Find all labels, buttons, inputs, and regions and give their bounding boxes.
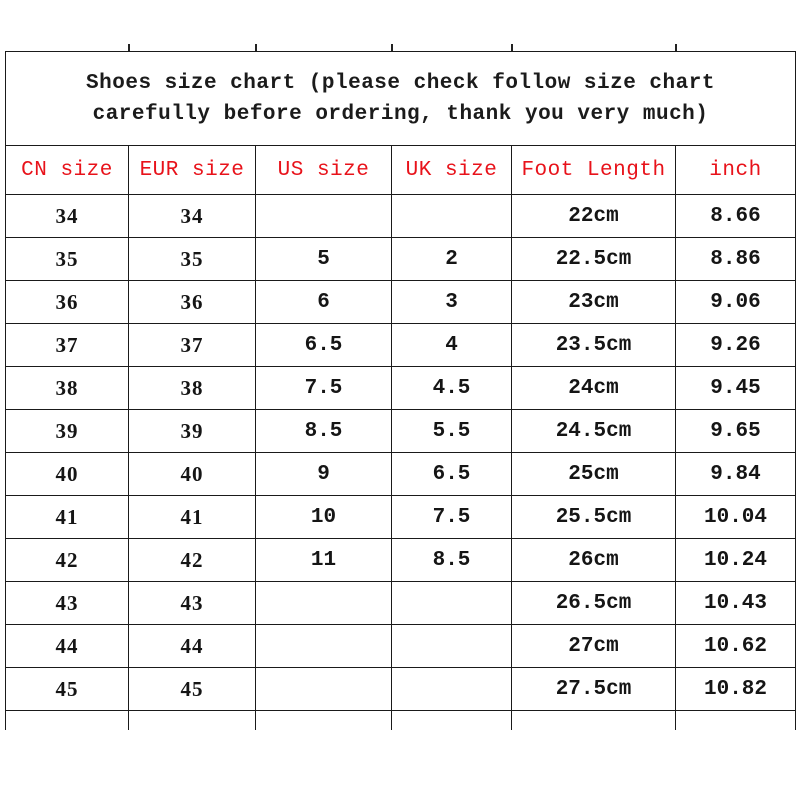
inch-cell: 8.66 (675, 194, 796, 238)
uk-size-cell (391, 624, 512, 668)
cn-size-cell: 45 (5, 667, 129, 711)
inch-cell: 9.84 (675, 452, 796, 496)
eur-size-cell: 44 (128, 624, 256, 668)
inch-cell: 9.45 (675, 366, 796, 410)
eur-size-cell: 40 (128, 452, 256, 496)
table-row: 38 38 7.5 4.5 24cm 9.45 (5, 366, 796, 410)
us-size-cell: 5 (255, 237, 392, 281)
table-row: 40 40 9 6.5 25cm 9.84 (5, 452, 796, 496)
foot-length-cell: 24.5cm (511, 409, 676, 453)
foot-length-cell: 22cm (511, 194, 676, 238)
title-row: Shoes size chart (please check follow si… (5, 51, 796, 146)
foot-length-cell: 23cm (511, 280, 676, 324)
uk-size-cell: 4.5 (391, 366, 512, 410)
us-size-cell (255, 624, 392, 668)
cn-size-cell: 37 (5, 323, 129, 367)
foot-length-cell: 23.5cm (511, 323, 676, 367)
uk-size-cell: 3 (391, 280, 512, 324)
uk-size-cell: 8.5 (391, 538, 512, 582)
uk-size-cell: 4 (391, 323, 512, 367)
us-size-cell: 7.5 (255, 366, 392, 410)
us-size-cell: 9 (255, 452, 392, 496)
table-row: 37 37 6.5 4 23.5cm 9.26 (5, 323, 796, 367)
cn-size-cell: 38 (5, 366, 129, 410)
uk-size-cell: 5.5 (391, 409, 512, 453)
column-header-uk-size: UK size (391, 145, 512, 195)
foot-length-cell: 24cm (511, 366, 676, 410)
table-row: 39 39 8.5 5.5 24.5cm 9.65 (5, 409, 796, 453)
chart-title-line-2: carefully before ordering, thank you ver… (92, 102, 709, 126)
inch-cell: 10.24 (675, 538, 796, 582)
column-header-cn-size: CN size (5, 145, 129, 195)
uk-size-cell: 7.5 (391, 495, 512, 539)
inch-cell: 10.62 (675, 624, 796, 668)
column-header-foot-length: Foot Length (511, 145, 676, 195)
table-row: 36 36 6 3 23cm 9.06 (5, 280, 796, 324)
cn-size-cell: 41 (5, 495, 129, 539)
us-size-cell: 11 (255, 538, 392, 582)
foot-length-cell: 27.5cm (511, 667, 676, 711)
us-size-cell: 6.5 (255, 323, 392, 367)
us-size-cell (255, 667, 392, 711)
table-row: 43 43 26.5cm 10.43 (5, 581, 796, 625)
cn-size-cell: 36 (5, 280, 129, 324)
inch-cell: 10.82 (675, 667, 796, 711)
eur-size-cell: 35 (128, 237, 256, 281)
column-header-eur-size: EUR size (128, 145, 256, 195)
foot-length-cell: 26cm (511, 538, 676, 582)
eur-size-cell: 45 (128, 667, 256, 711)
table-row: 42 42 11 8.5 26cm 10.24 (5, 538, 796, 582)
cn-size-cell: 34 (5, 194, 129, 238)
inch-cell: 8.86 (675, 237, 796, 281)
cn-size-cell: 35 (5, 237, 129, 281)
inch-cell: 9.06 (675, 280, 796, 324)
foot-length-cell: 26.5cm (511, 581, 676, 625)
header-row: CN size EUR size US size UK size Foot Le… (5, 145, 796, 195)
uk-size-cell (391, 581, 512, 625)
foot-length-cell: 25cm (511, 452, 676, 496)
table-row: 45 45 27.5cm 10.82 (5, 667, 796, 711)
table-row: 34 34 22cm 8.66 (5, 194, 796, 238)
size-chart-sheet: Shoes size chart (please check follow si… (5, 0, 800, 800)
cn-size-cell: 43 (5, 581, 129, 625)
column-header-us-size: US size (255, 145, 392, 195)
uk-size-cell: 6.5 (391, 452, 512, 496)
eur-size-cell: 34 (128, 194, 256, 238)
eur-size-cell: 38 (128, 366, 256, 410)
us-size-cell (255, 194, 392, 238)
eur-size-cell: 43 (128, 581, 256, 625)
chart-title: Shoes size chart (please check follow si… (5, 51, 796, 146)
table-row: 41 41 10 7.5 25.5cm 10.04 (5, 495, 796, 539)
foot-length-cell: 25.5cm (511, 495, 676, 539)
column-header-inch: inch (675, 145, 796, 195)
inch-cell: 10.04 (675, 495, 796, 539)
us-size-cell: 8.5 (255, 409, 392, 453)
uk-size-cell (391, 194, 512, 238)
cn-size-cell: 40 (5, 452, 129, 496)
us-size-cell (255, 581, 392, 625)
uk-size-cell (391, 667, 512, 711)
inch-cell: 9.26 (675, 323, 796, 367)
cn-size-cell: 44 (5, 624, 129, 668)
chart-title-line-1: Shoes size chart (please check follow si… (86, 71, 715, 95)
foot-length-cell: 27cm (511, 624, 676, 668)
size-chart-table: Shoes size chart (please check follow si… (5, 51, 796, 754)
eur-size-cell: 41 (128, 495, 256, 539)
foot-length-cell: 22.5cm (511, 237, 676, 281)
eur-size-cell: 36 (128, 280, 256, 324)
eur-size-cell: 37 (128, 323, 256, 367)
table-row: 44 44 27cm 10.62 (5, 624, 796, 668)
eur-size-cell: 39 (128, 409, 256, 453)
table-row: 35 35 5 2 22.5cm 8.86 (5, 237, 796, 281)
us-size-cell: 10 (255, 495, 392, 539)
page-bottom-whitespace (5, 730, 800, 800)
uk-size-cell: 2 (391, 237, 512, 281)
inch-cell: 9.65 (675, 409, 796, 453)
inch-cell: 10.43 (675, 581, 796, 625)
eur-size-cell: 42 (128, 538, 256, 582)
us-size-cell: 6 (255, 280, 392, 324)
cn-size-cell: 39 (5, 409, 129, 453)
cn-size-cell: 42 (5, 538, 129, 582)
